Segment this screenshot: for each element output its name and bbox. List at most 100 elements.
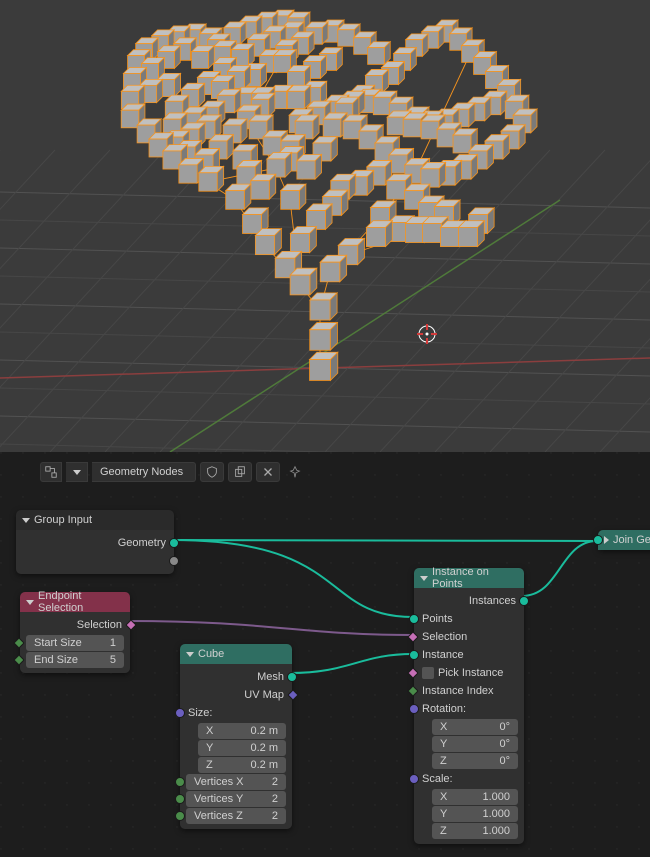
slider-label: Z bbox=[206, 759, 213, 771]
chevron-down-icon bbox=[186, 652, 194, 657]
size-y-slider[interactable]: Y 0.2 m bbox=[198, 740, 286, 756]
socket-row-uvmap: UV Map bbox=[180, 686, 292, 704]
chevron-down-icon bbox=[420, 576, 428, 581]
slider-value: 0.2 m bbox=[250, 759, 278, 771]
node-endpoint-selection[interactable]: Endpoint Selection Selection Start Size … bbox=[20, 592, 130, 673]
scale-z-slider[interactable]: Z 1.000 bbox=[432, 823, 518, 839]
axis-y bbox=[170, 200, 560, 452]
size-z-slider[interactable]: Z 0.2 m bbox=[198, 757, 286, 773]
slider-value: 2 bbox=[272, 793, 278, 805]
viewport-canvas[interactable] bbox=[0, 0, 650, 452]
node-title: Cube bbox=[198, 648, 224, 660]
output-label: Geometry bbox=[118, 537, 166, 549]
input-label: Instance bbox=[422, 649, 464, 661]
socket-mesh-out[interactable] bbox=[287, 672, 297, 682]
socket-extend[interactable] bbox=[169, 556, 179, 566]
pin-icon bbox=[288, 465, 302, 479]
socket-scale[interactable] bbox=[409, 774, 419, 784]
chevron-right-icon bbox=[604, 536, 609, 544]
node-header[interactable]: Join Geo bbox=[598, 530, 650, 550]
input-label: Pick Instance bbox=[438, 667, 503, 679]
input-label: Instance Index bbox=[422, 685, 494, 697]
socket-vertices-z[interactable] bbox=[175, 811, 185, 821]
slider-label: Z bbox=[440, 825, 447, 837]
node-header[interactable]: Endpoint Selection bbox=[20, 592, 130, 612]
nodegroup-icon bbox=[44, 465, 58, 479]
slider-value: 0° bbox=[499, 755, 510, 767]
node-cube[interactable]: Cube Mesh UV Map Size: X 0.2 m Y 0.2 m Z 0.… bbox=[180, 644, 292, 829]
socket-row-selection: Selection bbox=[20, 616, 130, 634]
slider-value: 1 bbox=[110, 637, 116, 649]
socket-row-pick: Pick Instance bbox=[414, 664, 524, 682]
slider-value: 2 bbox=[272, 776, 278, 788]
start-size-slider[interactable]: Start Size 1 bbox=[26, 635, 124, 651]
socket-instance-in[interactable] bbox=[409, 650, 419, 660]
node-header[interactable]: Instance on Points bbox=[414, 568, 524, 588]
pin-button[interactable] bbox=[284, 462, 306, 482]
size-label-row: Size: bbox=[180, 704, 292, 722]
slider-label: End Size bbox=[34, 654, 78, 666]
fake-user-button[interactable] bbox=[228, 462, 252, 482]
output-label: Instances bbox=[469, 595, 516, 607]
slider-value: 1.000 bbox=[482, 791, 510, 803]
chevron-down-icon bbox=[22, 518, 30, 523]
slider-value: 5 bbox=[110, 654, 116, 666]
vertices-x-slider[interactable]: Vertices X 2 bbox=[186, 774, 286, 790]
vertices-y-slider[interactable]: Vertices Y 2 bbox=[186, 791, 286, 807]
node-editor[interactable]: Geometry Nodes Group Input Geometry Endp… bbox=[0, 452, 650, 857]
scale-x-slider[interactable]: X1.000 bbox=[432, 789, 518, 805]
node-title: Join Geo bbox=[613, 534, 650, 546]
browse-nodegroup-button[interactable] bbox=[40, 462, 62, 482]
output-label: Selection bbox=[77, 619, 122, 631]
browse-nodegroup-dropdown[interactable] bbox=[66, 462, 88, 482]
vertices-z-slider[interactable]: Vertices Z2 bbox=[186, 808, 286, 824]
socket-vertices-x[interactable] bbox=[175, 777, 185, 787]
close-icon bbox=[261, 465, 275, 479]
socket-instances-out[interactable] bbox=[519, 596, 529, 606]
socket-geometry-out[interactable] bbox=[169, 538, 179, 548]
size-x-slider[interactable]: X 0.2 m bbox=[198, 723, 286, 739]
socket-geometry-in[interactable] bbox=[593, 535, 603, 545]
socket-row-extend bbox=[16, 552, 174, 570]
socket-row-instances: Instances bbox=[414, 592, 524, 610]
node-instance-on-points[interactable]: Instance on Points Instances Points Sele… bbox=[414, 568, 524, 844]
slider-value: 1.000 bbox=[482, 825, 510, 837]
rotation-label-row: Rotation: bbox=[414, 700, 524, 718]
unlink-button[interactable] bbox=[256, 462, 280, 482]
shield-icon bbox=[205, 465, 219, 479]
cursor-3d bbox=[417, 324, 437, 344]
socket-row-index: Instance Index bbox=[414, 682, 524, 700]
slider-value: 0.2 m bbox=[250, 742, 278, 754]
node-group-input[interactable]: Group Input Geometry bbox=[16, 510, 174, 574]
slider-label: Start Size bbox=[34, 637, 82, 649]
input-label: Size: bbox=[188, 707, 212, 719]
node-join-geometry[interactable]: Join Geo bbox=[598, 530, 650, 550]
shield-button[interactable] bbox=[200, 462, 224, 482]
slider-label: Y bbox=[440, 808, 447, 820]
rotation-z-slider[interactable]: Z0° bbox=[432, 753, 518, 769]
node-title: Endpoint Selection bbox=[38, 590, 124, 614]
pick-instance-checkbox[interactable] bbox=[422, 667, 434, 679]
chevron-down-icon bbox=[73, 470, 81, 475]
slider-value: 0° bbox=[499, 721, 510, 733]
rotation-x-slider[interactable]: X0° bbox=[432, 719, 518, 735]
slider-label: Vertices Y bbox=[194, 793, 243, 805]
slider-value: 0.2 m bbox=[250, 725, 278, 737]
socket-size[interactable] bbox=[175, 708, 185, 718]
socket-rotation[interactable] bbox=[409, 704, 419, 714]
slider-label: Vertices X bbox=[194, 776, 244, 788]
scale-y-slider[interactable]: Y1.000 bbox=[432, 806, 518, 822]
output-label: Mesh bbox=[257, 671, 284, 683]
slider-label: X bbox=[206, 725, 213, 737]
instanced-cubes bbox=[121, 10, 537, 380]
viewport-3d[interactable] bbox=[0, 0, 650, 452]
slider-label: Y bbox=[206, 742, 213, 754]
node-header[interactable]: Cube bbox=[180, 644, 292, 664]
node-header[interactable]: Group Input bbox=[16, 510, 174, 530]
socket-vertices-y[interactable] bbox=[175, 794, 185, 804]
scale-label-row: Scale: bbox=[414, 770, 524, 788]
end-size-slider[interactable]: End Size 5 bbox=[26, 652, 124, 668]
rotation-y-slider[interactable]: Y0° bbox=[432, 736, 518, 752]
nodegroup-name-field[interactable]: Geometry Nodes bbox=[92, 462, 196, 482]
socket-points-in[interactable] bbox=[409, 614, 419, 624]
